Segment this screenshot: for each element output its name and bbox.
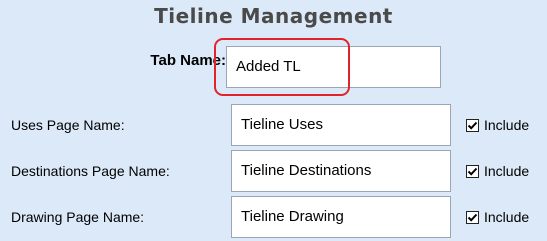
drawing-page-name-label: Drawing Page Name: xyxy=(11,209,145,225)
checkbox-checked-icon[interactable] xyxy=(466,210,479,224)
uses-include-checkbox[interactable]: Include xyxy=(466,117,529,133)
destinations-page-name-field[interactable]: Tieline Destinations xyxy=(231,150,451,192)
drawing-include-checkbox[interactable]: Include xyxy=(466,209,529,225)
tieline-management-panel: Tieline Management Tab Name: Added TL Us… xyxy=(0,0,547,241)
checkbox-checked-icon[interactable] xyxy=(466,164,479,178)
uses-page-name-field[interactable]: Tieline Uses xyxy=(231,104,451,146)
uses-page-name-label: Uses Page Name: xyxy=(11,117,125,133)
tab-name-label: Tab Name: xyxy=(150,52,226,69)
destinations-include-checkbox[interactable]: Include xyxy=(466,163,529,179)
page-title: Tieline Management xyxy=(154,4,393,28)
destinations-page-name-label: Destinations Page Name: xyxy=(11,163,170,179)
include-label: Include xyxy=(484,163,530,179)
checkbox-checked-icon[interactable] xyxy=(466,118,479,132)
include-label: Include xyxy=(484,209,530,225)
tab-name-field[interactable]: Added TL xyxy=(226,46,441,88)
drawing-page-name-field[interactable]: Tieline Drawing xyxy=(231,196,451,238)
include-label: Include xyxy=(484,117,530,133)
